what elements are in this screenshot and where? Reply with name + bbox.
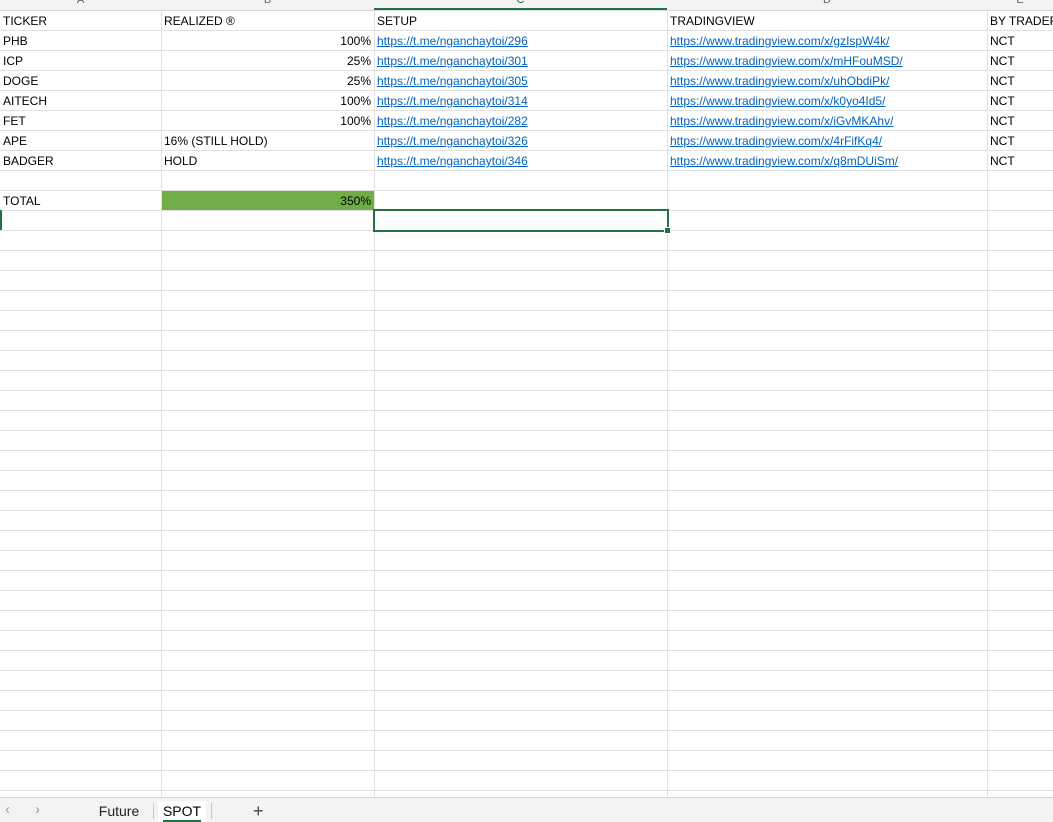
- tab-divider: [211, 803, 212, 819]
- scroll-tabs-left-icon[interactable]: ‹: [5, 802, 10, 818]
- fill-handle[interactable]: [664, 227, 671, 234]
- row-divider: [0, 750, 1053, 751]
- column-header-a[interactable]: A: [0, 0, 161, 5]
- row-divider: [0, 790, 1053, 791]
- row-divider: [0, 570, 1053, 571]
- ticker-cell[interactable]: DOGE: [0, 71, 161, 90]
- row-divider: [0, 410, 1053, 411]
- row-divider: [0, 390, 1053, 391]
- trader-cell[interactable]: NCT: [987, 71, 1053, 90]
- row-divider: [0, 250, 1053, 251]
- row-divider: [0, 550, 1053, 551]
- spreadsheet-grid[interactable]: A B C D E TICKER REALIZED ® SETUP TRADIN…: [0, 0, 1053, 797]
- total-value[interactable]: 350%: [161, 191, 374, 210]
- tradingview-link[interactable]: https://www.tradingview.com/x/k0yo4Id5/: [667, 91, 987, 110]
- realized-cell[interactable]: 100%: [161, 91, 374, 110]
- ticker-cell[interactable]: FET: [0, 111, 161, 130]
- setup-link[interactable]: https://t.me/nganchaytoi/282: [374, 111, 667, 130]
- trader-cell[interactable]: NCT: [987, 51, 1053, 70]
- active-row-indicator: [0, 210, 2, 230]
- row-divider: [0, 170, 1053, 171]
- ticker-cell[interactable]: BADGER: [0, 151, 161, 170]
- add-sheet-button[interactable]: +: [253, 801, 264, 821]
- setup-link[interactable]: https://t.me/nganchaytoi/301: [374, 51, 667, 70]
- column-header-e[interactable]: E: [987, 0, 1053, 5]
- row-divider: [0, 730, 1053, 731]
- setup-link[interactable]: https://t.me/nganchaytoi/305: [374, 71, 667, 90]
- trader-cell[interactable]: NCT: [987, 31, 1053, 50]
- sheet-tab-future[interactable]: Future: [90, 801, 148, 822]
- row-divider: [0, 490, 1053, 491]
- active-cell-selection[interactable]: [373, 209, 669, 232]
- realized-cell[interactable]: HOLD: [161, 151, 374, 170]
- header-realized[interactable]: REALIZED ®: [161, 11, 374, 30]
- tradingview-link[interactable]: https://www.tradingview.com/x/uhObdiPk/: [667, 71, 987, 90]
- row-divider: [0, 330, 1053, 331]
- ticker-cell[interactable]: ICP: [0, 51, 161, 70]
- row-divider: [0, 310, 1053, 311]
- tab-divider: [153, 803, 154, 819]
- ticker-cell[interactable]: PHB: [0, 31, 161, 50]
- setup-link[interactable]: https://t.me/nganchaytoi/346: [374, 151, 667, 170]
- column-header-d[interactable]: D: [667, 0, 987, 5]
- sheet-tab-label: SPOT: [162, 803, 202, 822]
- row-divider: [0, 290, 1053, 291]
- tradingview-link[interactable]: https://www.tradingview.com/x/4rFifKq4/: [667, 131, 987, 150]
- total-label[interactable]: TOTAL: [0, 191, 161, 210]
- ticker-cell[interactable]: AITECH: [0, 91, 161, 110]
- ticker-cell[interactable]: APE: [0, 131, 161, 150]
- tradingview-link[interactable]: https://www.tradingview.com/x/mHFouMSD/: [667, 51, 987, 70]
- sheet-tab-label: Future: [98, 803, 140, 819]
- row-divider: [0, 430, 1053, 431]
- row-divider: [0, 510, 1053, 511]
- row-divider: [0, 650, 1053, 651]
- tradingview-link[interactable]: https://www.tradingview.com/x/iGvMKAhv/: [667, 111, 987, 130]
- row-divider: [0, 270, 1053, 271]
- row-divider: [0, 710, 1053, 711]
- scroll-tabs-right-icon[interactable]: ›: [35, 802, 40, 818]
- realized-cell[interactable]: 100%: [161, 31, 374, 50]
- row-divider: [0, 350, 1053, 351]
- sheet-tab-bar: ‹ › Future SPOT +: [0, 797, 1053, 822]
- row-divider: [0, 470, 1053, 471]
- realized-cell[interactable]: 25%: [161, 51, 374, 70]
- sheet-tab-spot[interactable]: SPOT: [158, 801, 206, 822]
- row-divider: [0, 610, 1053, 611]
- setup-link[interactable]: https://t.me/nganchaytoi/326: [374, 131, 667, 150]
- tradingview-link[interactable]: https://www.tradingview.com/x/q8mDUiSm/: [667, 151, 987, 170]
- row-divider: [0, 590, 1053, 591]
- realized-cell[interactable]: 25%: [161, 71, 374, 90]
- setup-link[interactable]: https://t.me/nganchaytoi/314: [374, 91, 667, 110]
- row-divider: [0, 450, 1053, 451]
- row-divider: [0, 670, 1053, 671]
- setup-link[interactable]: https://t.me/nganchaytoi/296: [374, 31, 667, 50]
- trader-cell[interactable]: NCT: [987, 91, 1053, 110]
- header-ticker[interactable]: TICKER: [0, 11, 161, 30]
- column-header-b[interactable]: B: [161, 0, 374, 5]
- header-by-trader[interactable]: BY TRADER: [987, 11, 1053, 30]
- row-divider: [0, 630, 1053, 631]
- header-tradingview[interactable]: TRADINGVIEW: [667, 11, 987, 30]
- realized-cell[interactable]: 16% (STILL HOLD): [161, 131, 374, 150]
- realized-cell[interactable]: 100%: [161, 111, 374, 130]
- trader-cell[interactable]: NCT: [987, 131, 1053, 150]
- header-setup[interactable]: SETUP: [374, 11, 667, 30]
- trader-cell[interactable]: NCT: [987, 111, 1053, 130]
- row-divider: [0, 530, 1053, 531]
- column-header-c[interactable]: C: [374, 0, 667, 10]
- row-divider: [0, 370, 1053, 371]
- trader-cell[interactable]: NCT: [987, 151, 1053, 170]
- column-header-bar: A B C D E: [0, 0, 1053, 11]
- row-divider: [0, 770, 1053, 771]
- row-divider: [0, 690, 1053, 691]
- tradingview-link[interactable]: https://www.tradingview.com/x/gzIspW4k/: [667, 31, 987, 50]
